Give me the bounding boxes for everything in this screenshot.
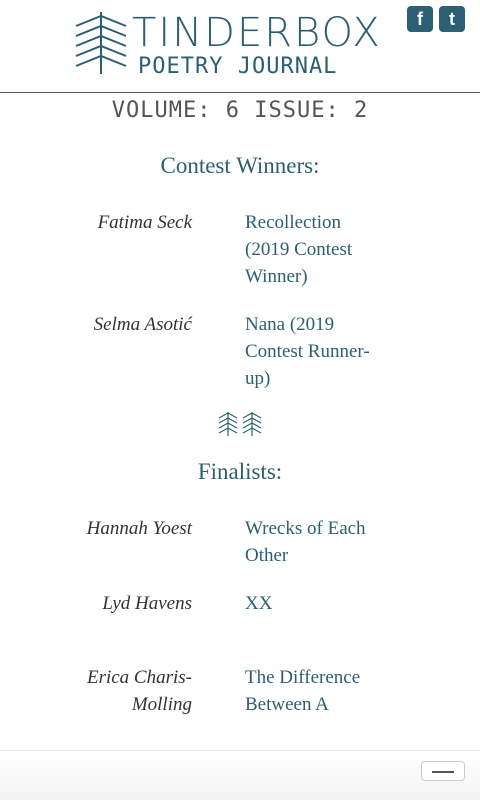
issue-heading: VOLUME: 6 ISSUE: 2 [111, 98, 369, 123]
pine-tree-divider-icon [218, 412, 262, 436]
facebook-icon[interactable]: f [407, 6, 433, 32]
poem-link[interactable]: XX [245, 590, 370, 617]
author-name: Fatima Seck [97, 212, 192, 233]
site-logo[interactable]: TINDERBOX POETRY JOURNAL [72, 8, 380, 82]
poem-link[interactable]: Nana (2019 Contest Runner-up) [245, 311, 370, 392]
poem-link[interactable]: Recollection (2019 Contest Winner) [245, 209, 370, 290]
hamburger-icon [432, 771, 454, 773]
author-name: Selma Asotić [93, 314, 192, 335]
contest-winners-heading: Contest Winners: [160, 153, 320, 178]
menu-toggle-button[interactable] [421, 761, 465, 781]
logo-title: TINDERBOX [132, 10, 382, 56]
pine-tree-logo-icon [75, 12, 127, 74]
author-name: Erica Charis-Molling [86, 667, 192, 715]
bottom-navbar [0, 750, 480, 800]
twitter-icon[interactable]: t [439, 6, 465, 32]
author-name: Hannah Yoest [86, 518, 192, 539]
logo-subtitle: POETRY JOURNAL [138, 54, 338, 79]
author-name: Lyd Havens [102, 593, 192, 614]
finalists-heading: Finalists: [197, 459, 283, 484]
poem-link[interactable]: The Difference Between A [245, 664, 370, 718]
poem-link[interactable]: Wrecks of Each Other [245, 515, 370, 569]
site-header: TINDERBOX POETRY JOURNAL f t [0, 0, 480, 93]
